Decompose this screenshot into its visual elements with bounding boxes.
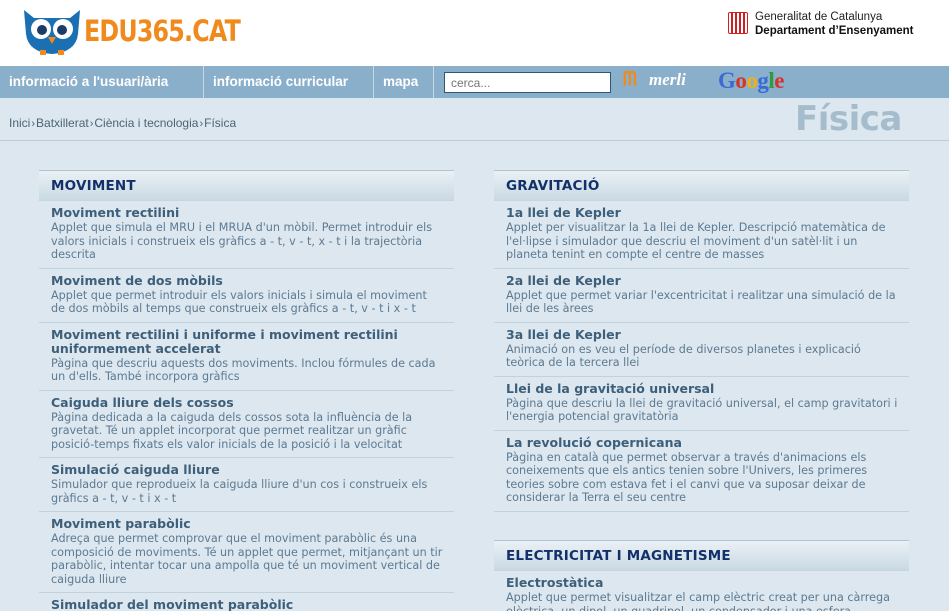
list-item: Llei de la gravitació universal Pàgina q… xyxy=(494,377,909,431)
entry-link[interactable]: Moviment parabòlic xyxy=(51,517,444,531)
list-item: Simulació caiguda lliure Simulador que r… xyxy=(39,458,454,512)
google-link[interactable]: Google xyxy=(718,68,784,94)
entry-description: Applet per visualitzar la 1a llei de Kep… xyxy=(506,221,886,261)
page-title: Física xyxy=(795,99,902,139)
list-item: 1a llei de Kepler Applet per visualitzar… xyxy=(494,201,909,269)
entry-link[interactable]: Simulació caiguda lliure xyxy=(51,463,444,477)
entry-description: Pàgina en català que permet observar a t… xyxy=(506,450,868,505)
site-header: EDU365.CAT Generalitat de Catalunya Depa… xyxy=(0,0,949,66)
entry-description: Applet que permet variar l'excentricitat… xyxy=(506,288,896,316)
breadcrumb-batxillerat[interactable]: Batxillerat xyxy=(36,116,89,130)
nav-item-user-info[interactable]: informació a l'usuari/ària xyxy=(0,66,177,98)
entry-description: Simulador que reprodueix la caiguda lliu… xyxy=(51,478,428,505)
section-heading: ELECTRICITAT I MAGNETISME xyxy=(494,540,909,571)
senyera-icon xyxy=(728,12,748,34)
merli-label: merli xyxy=(649,70,686,89)
entry-description: Adreça que permet comprovar que el movim… xyxy=(51,532,443,586)
section-gravitacio: GRAVITACIÓ 1a llei de Kepler Applet per … xyxy=(494,170,909,512)
entry-link[interactable]: 2a llei de Kepler xyxy=(506,273,899,288)
entry-description: Animació on es veu el període de diverso… xyxy=(506,342,861,370)
entry-link[interactable]: Moviment rectilini xyxy=(51,206,444,220)
entry-link[interactable]: 1a llei de Kepler xyxy=(506,206,899,220)
entry-description: Applet que permet visualitzar el camp el… xyxy=(506,591,890,611)
breadcrumb-ciencia[interactable]: Ciència i tecnologia xyxy=(94,116,198,130)
nav-divider xyxy=(433,66,434,98)
list-item: 3a llei de Kepler Animació on es veu el … xyxy=(494,323,909,377)
entry-link[interactable]: Electrostàtica xyxy=(506,576,899,590)
logo-text: EDU365.CAT xyxy=(84,14,241,48)
merli-link[interactable]: ᗰ merli xyxy=(623,67,705,93)
nav-item-map[interactable]: mapa xyxy=(374,66,427,98)
entry-link[interactable]: Llei de la gravitació universal xyxy=(506,381,899,396)
list-item: Electrostàtica Applet que permet visuali… xyxy=(494,571,909,611)
list-item: La revolució copernicana Pàgina en catal… xyxy=(494,431,909,512)
list-item: Moviment rectilini i uniforme i moviment… xyxy=(39,323,454,391)
entry-link[interactable]: La revolució copernicana xyxy=(506,435,899,450)
nav-item-curriculum[interactable]: informació curricular xyxy=(204,66,357,98)
breadcrumb-current: Física xyxy=(204,116,237,130)
section-electricitat: ELECTRICITAT I MAGNETISME Electrostàtica… xyxy=(494,540,909,611)
gencat-name: Generalitat de Catalunya xyxy=(755,11,883,23)
entry-link[interactable]: 3a llei de Kepler xyxy=(506,327,899,342)
department-name: Departament d’Ensenyament xyxy=(755,25,914,37)
entry-description: Applet que permet introduir els valors i… xyxy=(51,288,427,316)
entry-link[interactable]: Moviment rectilini i uniforme i moviment… xyxy=(51,327,444,356)
entry-description: Pàgina dedicada a la caiguda dels cossos… xyxy=(51,410,413,451)
list-item: Caiguda lliure dels cossos Pàgina dedica… xyxy=(39,391,454,458)
list-item: Moviment de dos mòbils Applet que permet… xyxy=(39,269,454,323)
entry-link[interactable]: Moviment de dos mòbils xyxy=(51,273,444,288)
gencat-logo[interactable]: Generalitat de Catalunya Departament d’E… xyxy=(728,10,938,40)
divider xyxy=(0,140,949,141)
search-input[interactable] xyxy=(444,72,611,93)
entry-description: Pàgina que descriu la llei de gravitació… xyxy=(506,396,898,424)
edu365-logo[interactable]: EDU365.CAT xyxy=(20,4,241,56)
list-item: Simulador del moviment parabòlic xyxy=(39,593,454,611)
list-item: 2a llei de Kepler Applet que permet vari… xyxy=(494,269,909,323)
entry-description: Applet que simula el MRU i el MRUA d'un … xyxy=(51,221,433,261)
breadcrumb-home[interactable]: Inici xyxy=(9,116,30,130)
section-heading: GRAVITACIÓ xyxy=(494,170,909,201)
owl-logo-icon xyxy=(24,10,80,55)
entry-link[interactable]: Caiguda lliure dels cossos xyxy=(51,395,444,410)
entry-link[interactable]: Simulador del moviment parabòlic xyxy=(51,598,444,611)
list-item: Moviment rectilini Applet que simula el … xyxy=(39,201,454,269)
section-moviment: MOVIMENT Moviment rectilini Applet que s… xyxy=(39,170,454,611)
entry-description: Pàgina que descriu aquests dos moviments… xyxy=(51,356,436,384)
merli-logo-icon: ᗰ xyxy=(623,69,637,90)
breadcrumb: Inici›Batxillerat›Ciència i tecnologia›F… xyxy=(9,116,236,130)
list-item: Moviment parabòlic Adreça que permet com… xyxy=(39,512,454,593)
section-heading: MOVIMENT xyxy=(39,170,454,201)
